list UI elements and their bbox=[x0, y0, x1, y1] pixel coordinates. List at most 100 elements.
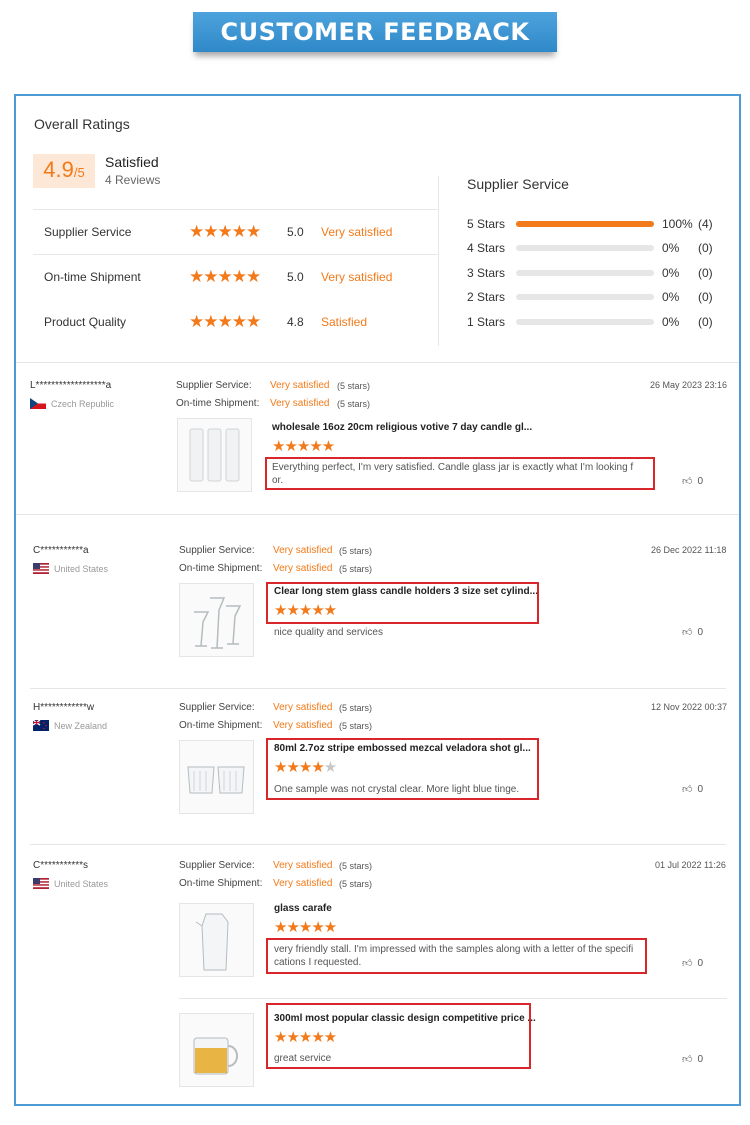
review-date: 26 May 2023 23:16 bbox=[650, 380, 728, 390]
country-name: Czech Republic bbox=[51, 398, 115, 409]
overall-score: 4.9 bbox=[43, 157, 74, 182]
distribution-count: (0) bbox=[698, 290, 713, 304]
overall-score-badge: 4.9 /5 bbox=[33, 154, 95, 188]
rating-score: 5.0 bbox=[287, 225, 304, 239]
shot-glass-image bbox=[187, 766, 245, 794]
distribution-bar bbox=[516, 270, 654, 276]
review-text: nice quality and services bbox=[274, 627, 383, 638]
section-divider bbox=[438, 176, 439, 346]
country-name: New Zealand bbox=[54, 720, 108, 731]
czech-flag-icon bbox=[30, 398, 46, 409]
highlight-box bbox=[266, 738, 539, 800]
review-count: 4 Reviews bbox=[105, 173, 161, 187]
ontime-shipment-label: On-time Shipment: bbox=[176, 398, 260, 409]
reviewer-country: United States bbox=[33, 563, 108, 574]
country-name: United States bbox=[54, 563, 109, 574]
distribution-label: 4 Stars bbox=[467, 241, 506, 255]
product-thumbnail[interactable] bbox=[177, 418, 252, 492]
distribution-bar bbox=[516, 245, 654, 251]
like-count: 0 bbox=[697, 1053, 704, 1065]
supplier-service-label: Supplier Service: bbox=[179, 545, 255, 556]
page-banner: CUSTOMER FEEDBACK bbox=[193, 12, 557, 52]
like-button[interactable]: 👍︎ 0 bbox=[682, 957, 703, 970]
rating-text: Very satisfied bbox=[321, 270, 393, 284]
us-flag-icon bbox=[33, 563, 49, 574]
supplier-service-label: Supplier Service: bbox=[176, 380, 252, 391]
distribution-percent: 0% bbox=[662, 290, 680, 304]
rating-text: Satisfied bbox=[321, 315, 368, 329]
reviewer-name: C***********a bbox=[33, 545, 89, 556]
glass-mug-image bbox=[193, 1037, 238, 1075]
supplier-service-label: Supplier Service: bbox=[179, 702, 255, 713]
like-button[interactable]: 👍︎ 0 bbox=[682, 475, 704, 488]
reviewer-country: United States bbox=[33, 878, 108, 889]
product-thumbnail[interactable] bbox=[179, 583, 254, 657]
highlight-box bbox=[266, 1003, 531, 1069]
divider bbox=[30, 688, 726, 689]
supplier-service-stars: (5 stars) bbox=[339, 861, 373, 871]
reviewer-country: Czech Republic bbox=[30, 398, 114, 409]
reviewer-name: L******************a bbox=[30, 380, 112, 391]
supplier-service-title: Supplier Service bbox=[467, 176, 569, 192]
rating-breakdown: Supplier Service ★★★★★ 5.0 Very satisfie… bbox=[33, 209, 438, 339]
ontime-shipment-label: On-time Shipment: bbox=[179, 720, 263, 731]
like-count: 0 bbox=[697, 783, 704, 795]
distribution-count: (0) bbox=[698, 266, 713, 280]
supplier-service-stars: (5 stars) bbox=[339, 703, 373, 713]
distribution-label: 2 Stars bbox=[467, 290, 506, 304]
thumbs-up-icon: 👍︎ bbox=[682, 958, 693, 969]
divider bbox=[179, 998, 727, 999]
thumbs-up-icon: 👍︎ bbox=[682, 627, 693, 638]
distribution-count: (0) bbox=[698, 315, 713, 329]
rating-label: Product Quality bbox=[44, 315, 127, 329]
supplier-service-stars: (5 stars) bbox=[339, 546, 373, 556]
product-thumbnail[interactable] bbox=[179, 1013, 254, 1087]
supplier-service-value: Very satisfied bbox=[273, 545, 333, 556]
product-thumbnail[interactable] bbox=[179, 740, 254, 814]
distribution-percent: 0% bbox=[662, 266, 680, 280]
divider bbox=[30, 844, 726, 845]
overall-ratings-title: Overall Ratings bbox=[34, 116, 130, 132]
banner-title: CUSTOMER FEEDBACK bbox=[220, 18, 530, 46]
product-title[interactable]: glass carafe bbox=[274, 903, 332, 914]
overall-score-max: /5 bbox=[73, 165, 85, 180]
country-name: United States bbox=[54, 878, 109, 889]
star-rating: ★★★★★ bbox=[189, 267, 261, 286]
thumbs-up-icon: 👍︎ bbox=[682, 784, 693, 795]
supplier-service-label: Supplier Service: bbox=[179, 860, 255, 871]
divider bbox=[16, 362, 739, 363]
distribution-bar bbox=[516, 294, 654, 300]
product-thumbnail[interactable] bbox=[179, 903, 254, 977]
supplier-service-value: Very satisfied bbox=[273, 860, 333, 871]
like-button[interactable]: 👍︎ 0 bbox=[682, 1053, 704, 1066]
distribution-percent: 0% bbox=[662, 315, 680, 329]
star-rating: ★★★★★ bbox=[189, 222, 261, 241]
reviewer-name: H************w bbox=[33, 702, 95, 713]
ontime-shipment-label: On-time Shipment: bbox=[179, 878, 263, 889]
like-count: 0 bbox=[697, 626, 704, 638]
review-date: 12 Nov 2022 00:37 bbox=[651, 702, 728, 712]
rating-score: 5.0 bbox=[287, 270, 304, 284]
supplier-service-stars: (5 stars) bbox=[337, 381, 371, 391]
thumbs-up-icon: 👍︎ bbox=[682, 476, 693, 487]
reviewer-name: C***********s bbox=[33, 860, 89, 871]
rating-label: Supplier Service bbox=[44, 225, 132, 239]
feedback-panel: Overall Ratings 4.9 /5 Satisfied 4 Revie… bbox=[14, 94, 741, 1106]
new-zealand-flag-icon bbox=[33, 720, 49, 731]
like-count: 0 bbox=[697, 475, 704, 487]
distribution-label: 5 Stars bbox=[467, 217, 506, 231]
distribution-label: 1 Stars bbox=[467, 315, 506, 329]
thumbs-up-icon: 👍︎ bbox=[682, 1054, 693, 1065]
highlight-box bbox=[266, 938, 647, 974]
review-date: 26 Dec 2022 11:18 bbox=[651, 545, 727, 555]
product-star-rating: ★★★★★ bbox=[272, 438, 335, 455]
ontime-shipment-value: Very satisfied bbox=[273, 720, 333, 731]
glass-carafe-image bbox=[195, 913, 229, 971]
product-title[interactable]: wholesale 16oz 20cm religious votive 7 d… bbox=[272, 422, 532, 433]
supplier-service-value: Very satisfied bbox=[273, 702, 333, 713]
like-button[interactable]: 👍︎ 0 bbox=[682, 783, 704, 796]
review-date: 01 Jul 2022 11:26 bbox=[655, 860, 726, 870]
ontime-shipment-stars: (5 stars) bbox=[337, 399, 371, 409]
like-button[interactable]: 👍︎ 0 bbox=[682, 626, 704, 639]
ontime-shipment-value: Very satisfied bbox=[273, 878, 333, 889]
